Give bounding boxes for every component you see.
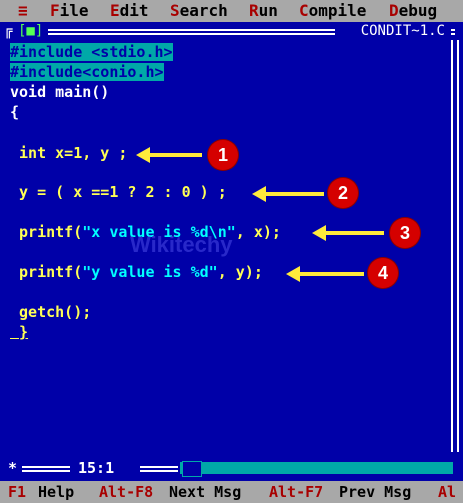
menu-compile-label: ompile [308,1,367,20]
status-bar: F1 Help Alt-F8 Next Msg Alt-F7 Prev Msg … [0,481,463,503]
status-f1-label[interactable]: Help [38,481,74,503]
modified-indicator: * [8,459,18,477]
frame-bottom-line-mid [140,466,178,472]
status-altf8-key[interactable]: Alt-F8 [99,481,153,503]
menu-bar: ≡ File Edit Search Run Compile Debug [0,0,463,22]
menu-edit[interactable]: Edit [110,0,149,22]
frame-corner: ╔ [4,23,13,39]
badge-2: 2 [328,178,358,208]
menu-file-hotkey: F [50,1,60,20]
code-line-include-stdio[interactable]: #include <stdio.h> [10,43,173,61]
editor-window[interactable]: ╔ [■] CONDIT~1.C #include <stdio.h> #inc… [0,22,463,458]
menu-debug-label: ebug [398,1,438,20]
status-altf7-label[interactable]: Prev Msg [339,481,411,503]
code-line-include-conio[interactable]: #include<conio.h> [10,63,164,81]
code-line-open-brace[interactable]: { [10,103,19,121]
close-box-icon[interactable]: [■] [18,22,43,40]
status-altf7-key[interactable]: Alt-F7 [269,481,323,503]
frame-right-border [451,40,459,452]
printf-y-format: "y value is %d" [82,263,218,281]
menu-search[interactable]: Search [170,0,228,22]
code-line-declaration[interactable]: int x=1, y ; [10,144,127,162]
menu-compile-hotkey: C [299,1,309,20]
menu-compile[interactable]: Compile [299,0,366,22]
arrow-3 [312,225,384,241]
system-menu[interactable]: ≡ [18,0,28,22]
frame-double-line-right [451,29,455,35]
menu-edit-label: dit [119,1,149,20]
menu-run-label: un [258,1,278,20]
arrow-4 [286,266,364,282]
code-line-conditional[interactable]: y = ( x ==1 ? 2 : 0 ) ; [10,183,227,201]
status-altf8-label[interactable]: Next Msg [169,481,241,503]
menu-file-label: ile [59,1,89,20]
code-line-printf-y[interactable]: printf("y value is %d", y); [10,263,263,281]
watermark-logo: Wikitechy [130,232,233,257]
menu-run-hotkey: R [249,1,259,20]
status-f1-key[interactable]: F1 [8,481,26,503]
badge-3: 3 [390,218,420,248]
printf-y-args: , y); [217,263,263,281]
menu-edit-hotkey: E [110,1,120,20]
menu-debug[interactable]: Debug [389,0,437,22]
menu-search-hotkey: S [170,1,180,20]
badge-4: 4 [368,258,398,288]
code-line-close-brace[interactable]: } [10,323,28,341]
window-title: CONDIT~1.C [356,22,449,40]
scrollbar-thumb[interactable] [182,461,202,477]
window-frame-bottom: * 15:1 [0,458,463,478]
arrow-2 [252,186,324,202]
frame-bottom-line-left [22,466,70,472]
status-alt-key[interactable]: Al [438,481,456,503]
menu-debug-hotkey: D [389,1,399,20]
cursor-position: 15:1 [78,459,115,477]
window-frame-top: ╔ [■] CONDIT~1.C [0,22,463,40]
horizontal-scrollbar[interactable] [180,462,453,474]
printf-x-call: printf( [10,223,83,241]
menu-search-label: earch [179,1,228,20]
menu-run[interactable]: Run [249,0,278,22]
badge-1: 1 [208,140,238,170]
arrow-1 [136,147,202,163]
frame-double-line [48,29,335,35]
code-line-getch[interactable]: getch(); [10,303,91,321]
code-line-void-main[interactable]: void main() [10,83,109,101]
printf-x-args: , x); [235,223,281,241]
printf-y-call: printf( [10,263,83,281]
menu-file[interactable]: File [50,0,89,22]
